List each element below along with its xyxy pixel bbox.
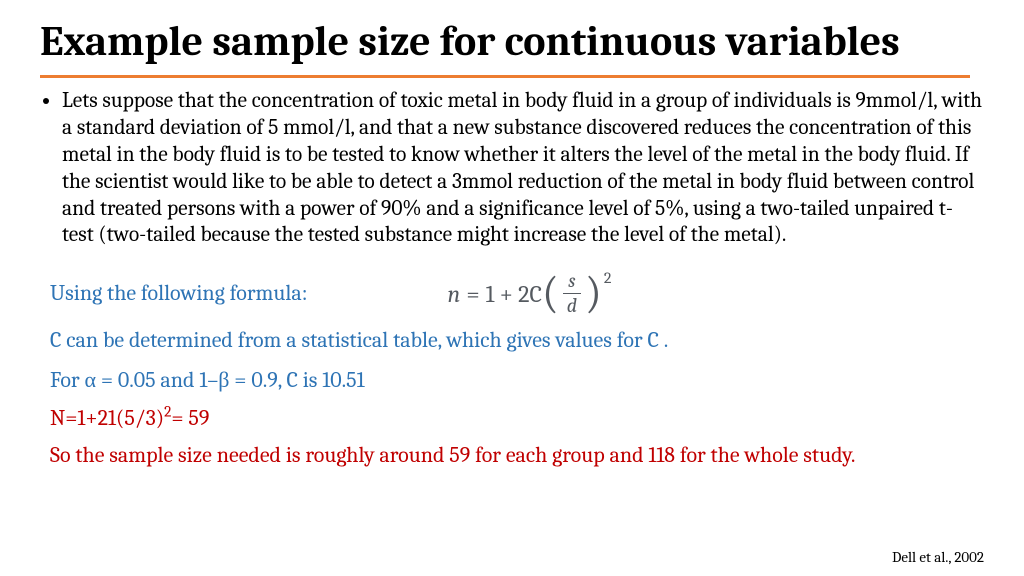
formula: n = 1 + 2C ( s d ) 2: [448, 271, 612, 316]
formula-fraction: s d: [563, 271, 581, 316]
citation: Dell et al., 2002: [892, 548, 984, 566]
line-n-calculation: N=1+21(5/3)2= 59: [50, 404, 984, 434]
formula-lhs: n: [448, 280, 461, 308]
formula-row: Using the following formula: n = 1 + 2C …: [50, 271, 984, 316]
formula-rhs-prefix: 1 + 2C: [486, 280, 542, 308]
body-list: Lets suppose that the concentration of t…: [40, 88, 984, 249]
line-alpha-beta: For α = 0.05 and 1–β = 0.9, C is 10.51: [50, 366, 984, 396]
formula-denominator: d: [563, 296, 581, 316]
bullet-main: Lets suppose that the concentration of t…: [62, 88, 984, 249]
conclusion: So the sample size needed is roughly aro…: [50, 441, 984, 471]
formula-right-paren: ): [585, 275, 602, 310]
title-underline: [40, 75, 970, 78]
line-c-description: C can be determined from a statistical t…: [50, 326, 984, 356]
formula-exponent: 2: [604, 269, 612, 287]
formula-intro: Using the following formula:: [50, 279, 308, 309]
formula-left-paren: (: [542, 275, 559, 310]
n-calc-part1: N=1+21(5/3): [50, 405, 164, 431]
slide: Example sample size for continuous varia…: [0, 0, 1024, 576]
slide-title: Example sample size for continuous varia…: [40, 18, 984, 65]
n-calc-part2: = 59: [171, 405, 209, 431]
formula-numerator: s: [564, 271, 579, 291]
formula-eq: =: [466, 280, 479, 308]
